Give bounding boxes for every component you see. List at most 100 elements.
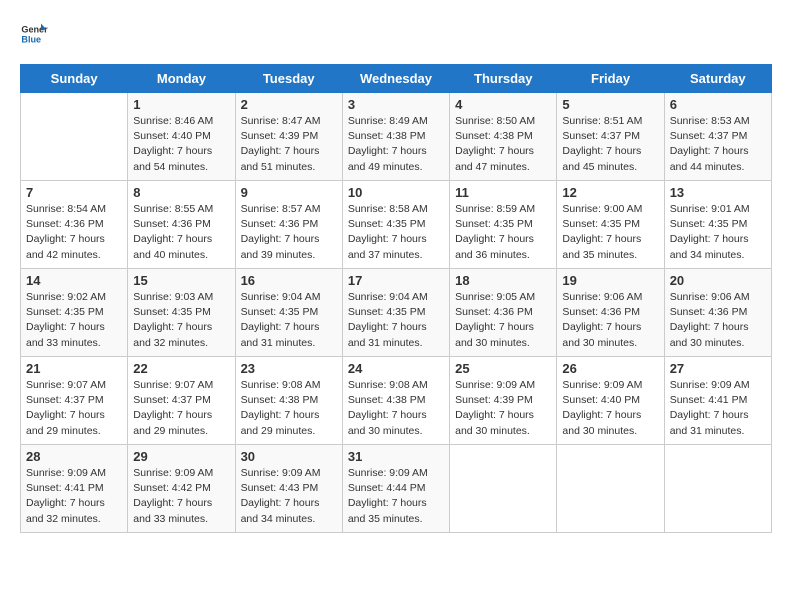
calendar-cell: 27 Sunrise: 9:09 AMSunset: 4:41 PMDayligh…	[664, 357, 771, 445]
day-info: Sunrise: 9:05 AMSunset: 4:36 PMDaylight:…	[455, 290, 551, 351]
day-info: Sunrise: 8:54 AMSunset: 4:36 PMDaylight:…	[26, 202, 122, 263]
day-info: Sunrise: 9:00 AMSunset: 4:35 PMDaylight:…	[562, 202, 658, 263]
weekday-header-friday: Friday	[557, 65, 664, 93]
day-number: 21	[26, 361, 122, 376]
weekday-header-tuesday: Tuesday	[235, 65, 342, 93]
weekday-header-thursday: Thursday	[450, 65, 557, 93]
day-number: 8	[133, 185, 229, 200]
day-info: Sunrise: 8:46 AMSunset: 4:40 PMDaylight:…	[133, 114, 229, 175]
day-info: Sunrise: 9:06 AMSunset: 4:36 PMDaylight:…	[670, 290, 766, 351]
weekday-header-saturday: Saturday	[664, 65, 771, 93]
day-info: Sunrise: 9:09 AMSunset: 4:42 PMDaylight:…	[133, 466, 229, 527]
calendar-cell: 3Sunrise: 8:49 AMSunset: 4:38 PMDaylight…	[342, 93, 449, 181]
day-info: Sunrise: 9:09 AMSunset: 4:41 PMDaylight:…	[26, 466, 122, 527]
day-info: Sunrise: 8:53 AMSunset: 4:37 PMDaylight:…	[670, 114, 766, 175]
weekday-header-monday: Monday	[128, 65, 235, 93]
logo: General Blue	[20, 20, 52, 48]
calendar-cell: 31 Sunrise: 9:09 AMSunset: 4:44 PMDayligh…	[342, 445, 449, 533]
day-info: Sunrise: 9:09 AMSunset: 4:40 PMDaylight:…	[562, 378, 658, 439]
day-info: Sunrise: 8:50 AMSunset: 4:38 PMDaylight:…	[455, 114, 551, 175]
day-number: 12	[562, 185, 658, 200]
day-number: 31	[348, 449, 444, 464]
day-info: Sunrise: 8:58 AMSunset: 4:35 PMDaylight:…	[348, 202, 444, 263]
day-number: 25	[455, 361, 551, 376]
day-number: 17	[348, 273, 444, 288]
calendar-cell: 8Sunrise: 8:55 AMSunset: 4:36 PMDaylight…	[128, 181, 235, 269]
day-number: 11	[455, 185, 551, 200]
day-number: 23	[241, 361, 337, 376]
calendar-cell: 19Sunrise: 9:06 AMSunset: 4:36 PMDayligh…	[557, 269, 664, 357]
day-number: 27	[670, 361, 766, 376]
day-info: Sunrise: 8:59 AMSunset: 4:35 PMDaylight:…	[455, 202, 551, 263]
week-row-2: 7Sunrise: 8:54 AMSunset: 4:36 PMDaylight…	[21, 181, 772, 269]
calendar-cell: 15 Sunrise: 9:03 AMSunset: 4:35 PMDayligh…	[128, 269, 235, 357]
day-number: 14	[26, 273, 122, 288]
calendar-cell: 10 Sunrise: 8:58 AMSunset: 4:35 PMDayligh…	[342, 181, 449, 269]
svg-text:Blue: Blue	[21, 34, 41, 44]
calendar-cell: 9Sunrise: 8:57 AMSunset: 4:36 PMDaylight…	[235, 181, 342, 269]
calendar-cell: 24 Sunrise: 9:08 AMSunset: 4:38 PMDayligh…	[342, 357, 449, 445]
calendar-cell: 29Sunrise: 9:09 AMSunset: 4:42 PMDayligh…	[128, 445, 235, 533]
day-number: 10	[348, 185, 444, 200]
calendar-cell: 12 Sunrise: 9:00 AMSunset: 4:35 PMDayligh…	[557, 181, 664, 269]
day-number: 15	[133, 273, 229, 288]
calendar-cell: 23 Sunrise: 9:08 AMSunset: 4:38 PMDayligh…	[235, 357, 342, 445]
day-info: Sunrise: 9:06 AMSunset: 4:36 PMDaylight:…	[562, 290, 658, 351]
calendar-cell: 5 Sunrise: 8:51 AMSunset: 4:37 PMDaylight…	[557, 93, 664, 181]
day-number: 2	[241, 97, 337, 112]
day-info: Sunrise: 8:51 AMSunset: 4:37 PMDaylight:…	[562, 114, 658, 175]
calendar-cell: 4Sunrise: 8:50 AMSunset: 4:38 PMDaylight…	[450, 93, 557, 181]
day-number: 24	[348, 361, 444, 376]
day-number: 18	[455, 273, 551, 288]
calendar-cell	[450, 445, 557, 533]
day-info: Sunrise: 9:03 AMSunset: 4:35 PMDaylight:…	[133, 290, 229, 351]
day-number: 28	[26, 449, 122, 464]
day-number: 5	[562, 97, 658, 112]
day-info: Sunrise: 9:04 AMSunset: 4:35 PMDaylight:…	[348, 290, 444, 351]
day-number: 16	[241, 273, 337, 288]
day-info: Sunrise: 9:08 AMSunset: 4:38 PMDaylight:…	[348, 378, 444, 439]
day-info: Sunrise: 9:09 AMSunset: 4:43 PMDaylight:…	[241, 466, 337, 527]
day-info: Sunrise: 9:09 AMSunset: 4:44 PMDaylight:…	[348, 466, 444, 527]
day-number: 1	[133, 97, 229, 112]
page-header: General Blue	[20, 20, 772, 48]
day-number: 26	[562, 361, 658, 376]
calendar-cell: 22Sunrise: 9:07 AMSunset: 4:37 PMDayligh…	[128, 357, 235, 445]
calendar-cell: 30Sunrise: 9:09 AMSunset: 4:43 PMDayligh…	[235, 445, 342, 533]
calendar-cell: 2 Sunrise: 8:47 AMSunset: 4:39 PMDaylight…	[235, 93, 342, 181]
day-info: Sunrise: 9:07 AMSunset: 4:37 PMDaylight:…	[26, 378, 122, 439]
day-info: Sunrise: 9:09 AMSunset: 4:39 PMDaylight:…	[455, 378, 551, 439]
week-row-1: 1 Sunrise: 8:46 AMSunset: 4:40 PMDaylight…	[21, 93, 772, 181]
calendar-cell: 17 Sunrise: 9:04 AMSunset: 4:35 PMDayligh…	[342, 269, 449, 357]
week-row-5: 28 Sunrise: 9:09 AMSunset: 4:41 PMDayligh…	[21, 445, 772, 533]
day-number: 20	[670, 273, 766, 288]
calendar-cell: 6 Sunrise: 8:53 AMSunset: 4:37 PMDaylight…	[664, 93, 771, 181]
day-info: Sunrise: 9:01 AMSunset: 4:35 PMDaylight:…	[670, 202, 766, 263]
day-info: Sunrise: 8:49 AMSunset: 4:38 PMDaylight:…	[348, 114, 444, 175]
day-info: Sunrise: 9:07 AMSunset: 4:37 PMDaylight:…	[133, 378, 229, 439]
calendar-cell: 11 Sunrise: 8:59 AMSunset: 4:35 PMDayligh…	[450, 181, 557, 269]
calendar-cell: 21 Sunrise: 9:07 AMSunset: 4:37 PMDayligh…	[21, 357, 128, 445]
day-info: Sunrise: 9:09 AMSunset: 4:41 PMDaylight:…	[670, 378, 766, 439]
day-number: 9	[241, 185, 337, 200]
calendar-cell: 14 Sunrise: 9:02 AMSunset: 4:35 PMDayligh…	[21, 269, 128, 357]
calendar-cell	[21, 93, 128, 181]
calendar-cell: 25 Sunrise: 9:09 AMSunset: 4:39 PMDayligh…	[450, 357, 557, 445]
logo-icon: General Blue	[20, 20, 48, 48]
calendar-cell: 18 Sunrise: 9:05 AMSunset: 4:36 PMDayligh…	[450, 269, 557, 357]
day-number: 6	[670, 97, 766, 112]
week-row-3: 14 Sunrise: 9:02 AMSunset: 4:35 PMDayligh…	[21, 269, 772, 357]
day-info: Sunrise: 9:02 AMSunset: 4:35 PMDaylight:…	[26, 290, 122, 351]
calendar-cell	[664, 445, 771, 533]
calendar-cell: 28 Sunrise: 9:09 AMSunset: 4:41 PMDayligh…	[21, 445, 128, 533]
weekday-header-sunday: Sunday	[21, 65, 128, 93]
calendar-cell: 13Sunrise: 9:01 AMSunset: 4:35 PMDayligh…	[664, 181, 771, 269]
day-info: Sunrise: 8:47 AMSunset: 4:39 PMDaylight:…	[241, 114, 337, 175]
calendar-cell: 7Sunrise: 8:54 AMSunset: 4:36 PMDaylight…	[21, 181, 128, 269]
calendar-cell: 1 Sunrise: 8:46 AMSunset: 4:40 PMDaylight…	[128, 93, 235, 181]
calendar-cell: 26 Sunrise: 9:09 AMSunset: 4:40 PMDayligh…	[557, 357, 664, 445]
day-info: Sunrise: 9:08 AMSunset: 4:38 PMDaylight:…	[241, 378, 337, 439]
calendar-cell: 20 Sunrise: 9:06 AMSunset: 4:36 PMDayligh…	[664, 269, 771, 357]
day-info: Sunrise: 9:04 AMSunset: 4:35 PMDaylight:…	[241, 290, 337, 351]
calendar-table: SundayMondayTuesdayWednesdayThursdayFrid…	[20, 64, 772, 533]
